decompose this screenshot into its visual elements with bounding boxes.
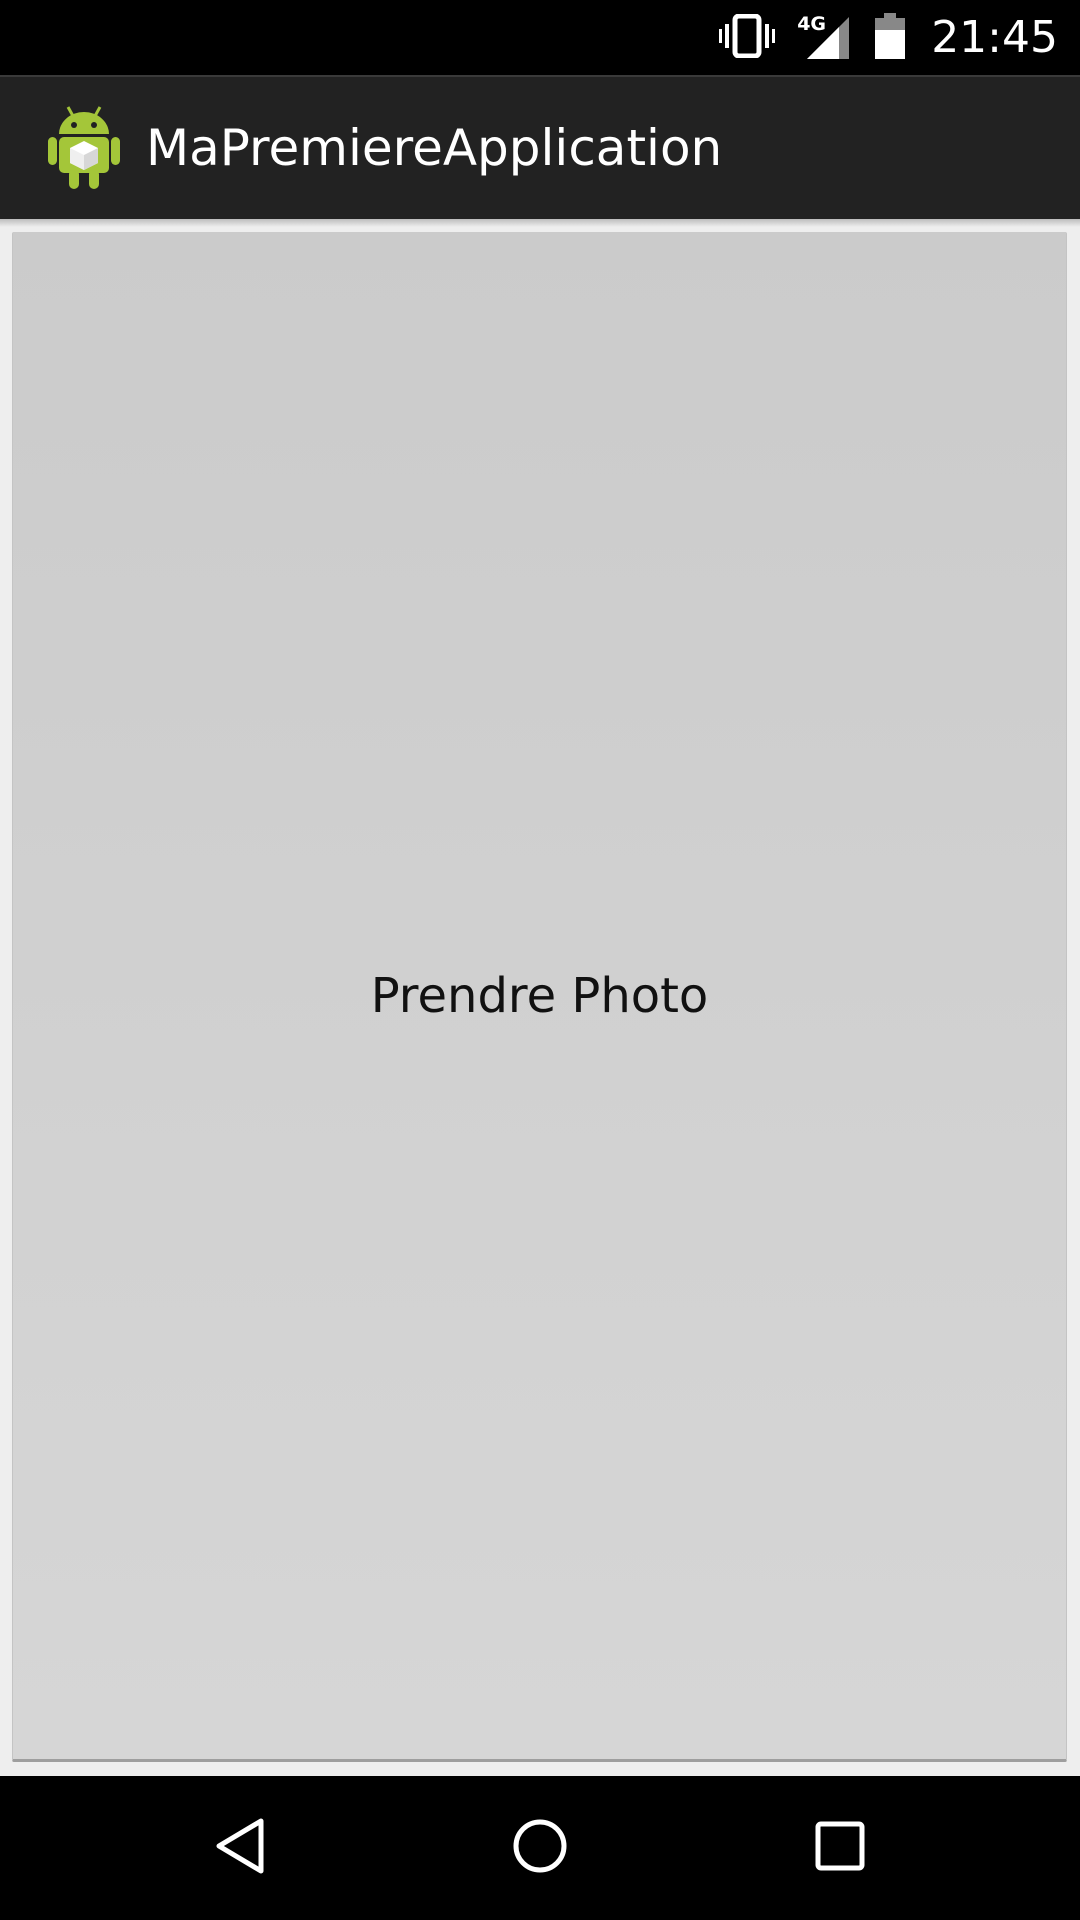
- android-robot-icon[interactable]: [46, 103, 122, 191]
- action-bar-shadow: [0, 219, 1080, 227]
- status-bar: 4G 21:45: [0, 0, 1080, 75]
- recents-button[interactable]: [760, 1776, 920, 1920]
- take-photo-button-label: Prendre Photo: [370, 967, 709, 1024]
- action-bar: MaPremiereApplication: [0, 75, 1080, 219]
- vibrate-icon: [719, 13, 776, 62]
- app-title: MaPremiereApplication: [146, 119, 723, 177]
- battery-icon: [875, 12, 906, 63]
- home-button[interactable]: [460, 1776, 620, 1920]
- back-button[interactable]: [160, 1776, 320, 1920]
- status-time: 21:45: [931, 12, 1058, 63]
- take-photo-button[interactable]: Prendre Photo: [12, 232, 1067, 1762]
- network-type-label: 4G: [797, 12, 827, 35]
- content-area: Prendre Photo: [0, 219, 1080, 1776]
- signal-4g-icon: 4G: [797, 12, 853, 61]
- navigation-bar: [0, 1776, 1080, 1920]
- status-icons: 4G 21:45: [719, 0, 1058, 75]
- recents-icon: [815, 1821, 865, 1875]
- home-icon: [512, 1818, 568, 1878]
- back-icon: [213, 1817, 267, 1879]
